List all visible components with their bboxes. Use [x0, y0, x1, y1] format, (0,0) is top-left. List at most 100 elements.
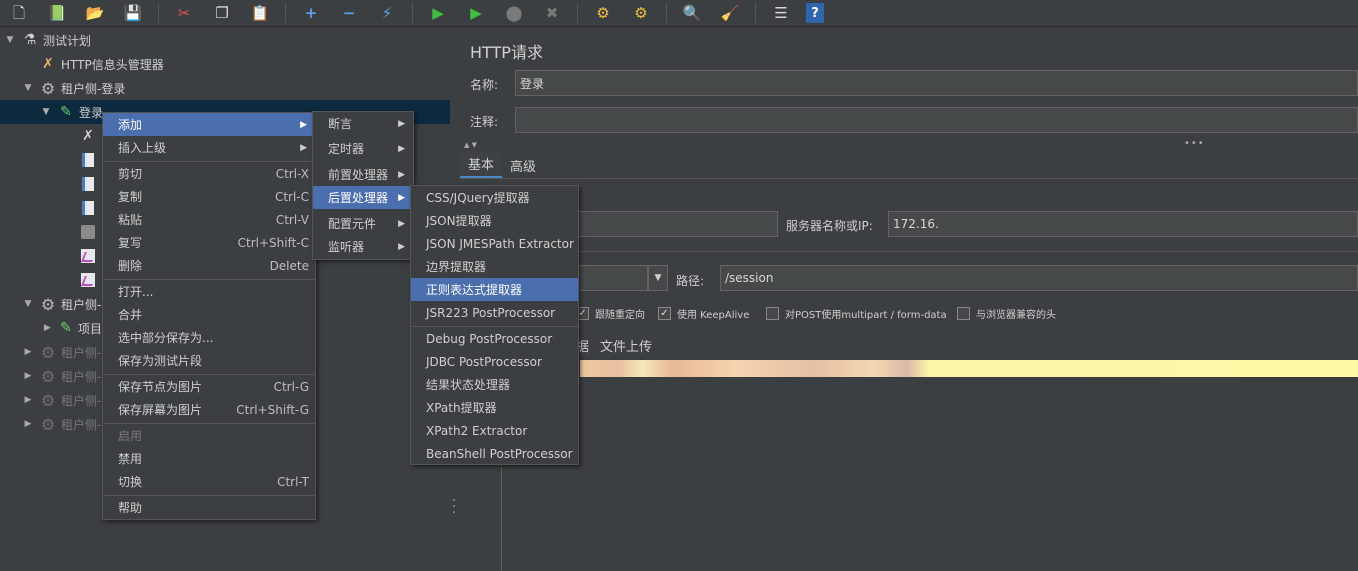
menu-item-timers[interactable]: 定时器 ▶ — [313, 137, 413, 160]
menu-item-cut[interactable]: 剪切 Ctrl-X — [103, 162, 315, 185]
tree-node-child[interactable] — [80, 268, 102, 292]
cut-icon[interactable]: ✂ — [171, 1, 197, 25]
save-icon[interactable]: 💾 — [120, 1, 146, 25]
menu-item-post-processors[interactable]: 后置处理器 ▶ — [313, 186, 413, 209]
menu-item-open[interactable]: 打开... — [103, 280, 315, 303]
menu-item-regex-extractor[interactable]: 正则表达式提取器 — [411, 278, 578, 301]
chevron-right-icon[interactable]: ▶ — [22, 419, 34, 429]
menu-item-paste[interactable]: 粘贴 Ctrl-V — [103, 208, 315, 231]
tab-file-upload[interactable]: 文件上传 — [600, 336, 652, 355]
menu-item-xpath-extractor[interactable]: XPath提取器 — [411, 396, 578, 419]
split-divider[interactable]: ▲ ▼ ••• — [460, 138, 1358, 149]
clear-icon[interactable]: ⚙ — [590, 1, 616, 25]
path-field[interactable]: /session — [720, 265, 1358, 291]
checkbox-checked-icon[interactable]: ✓ — [658, 307, 671, 320]
menu-item-json-jmespath-extractor[interactable]: JSON JMESPath Extractor — [411, 232, 578, 255]
tree-node-child[interactable] — [80, 148, 102, 172]
method-select[interactable] — [578, 265, 648, 291]
menu-item-copy[interactable]: 复制 Ctrl-C — [103, 185, 315, 208]
checkbox-icon[interactable] — [766, 307, 779, 320]
menu-item-save-fragment[interactable]: 保存为测试片段 — [103, 349, 315, 372]
expand-icon[interactable]: + — [298, 1, 324, 25]
paste-icon[interactable]: 📋 — [247, 1, 273, 25]
comment-field[interactable] — [515, 107, 1358, 133]
menu-item-jsr223-postprocessor[interactable]: JSR223 PostProcessor — [411, 301, 578, 324]
menu-item-debug-postprocessor[interactable]: Debug PostProcessor — [411, 327, 578, 350]
menu-item-beanshell-postprocessor[interactable]: BeanShell PostProcessor — [411, 442, 578, 465]
tree-node-child[interactable] — [80, 196, 102, 220]
chevron-down-icon[interactable]: ▼ — [22, 83, 34, 93]
shutdown-icon[interactable]: ✖ — [539, 1, 565, 25]
stop-icon[interactable]: ⬤ — [501, 1, 527, 25]
menu-item-toggle[interactable]: 切换 Ctrl-T — [103, 470, 315, 493]
tree-node-child[interactable] — [80, 244, 102, 268]
chevron-down-icon[interactable]: ▼ — [22, 299, 34, 309]
tree-node-thread-group-disabled[interactable]: ▶ ⚙ 租户侧- — [0, 364, 102, 388]
split-pane-handle[interactable]: · · · — [451, 494, 457, 520]
tree-node-thread-group-disabled[interactable]: ▶ ⚙ 租户侧- — [0, 340, 102, 364]
menu-item-config-elements[interactable]: 配置元件 ▶ — [313, 212, 413, 235]
menu-item-save-selection[interactable]: 选中部分保存为... — [103, 326, 315, 349]
menu-item-result-status-handler[interactable]: 结果状态处理器 — [411, 373, 578, 396]
menu-item-xpath2-extractor[interactable]: XPath2 Extractor — [411, 419, 578, 442]
menu-item-assertions[interactable]: 断言 ▶ — [313, 112, 413, 135]
tree-node-child[interactable] — [80, 172, 102, 196]
tree-node-test-plan[interactable]: ▼ ⚗ 测试计划 — [0, 28, 450, 52]
menu-item-delete[interactable]: 删除 Delete — [103, 254, 315, 277]
menu-item-duplicate[interactable]: 复写 Ctrl+Shift-C — [103, 231, 315, 254]
function-helper-icon[interactable]: ☰ — [768, 1, 794, 25]
menu-item-save-screen-image[interactable]: 保存屏幕为图片 Ctrl+Shift-G — [103, 398, 315, 421]
menu-item-listeners[interactable]: 监听器 ▶ — [313, 235, 413, 258]
tree-node-thread-group-login[interactable]: ▼ ⚙ 租户侧-登录 — [0, 76, 450, 100]
chevron-down-icon[interactable]: ▼ — [4, 35, 16, 45]
collapse-icon[interactable]: − — [336, 1, 362, 25]
toggle-icon[interactable]: ⚡ — [374, 1, 400, 25]
multipart-checkbox[interactable]: 对POST使用multipart / form-data — [766, 306, 947, 321]
menu-item-boundary-extractor[interactable]: 边界提取器 — [411, 255, 578, 278]
templates-icon[interactable]: 📗 — [44, 1, 70, 25]
menu-item-merge[interactable]: 合并 — [103, 303, 315, 326]
start-no-pause-icon[interactable]: ▶ — [463, 1, 489, 25]
tree-node-thread-group[interactable]: ▼ ⚙ 租户侧- — [0, 292, 102, 316]
menu-item-add[interactable]: 添加 ▶ — [103, 113, 315, 136]
chevron-right-icon[interactable]: ▶ — [22, 395, 34, 405]
follow-redirects-checkbox[interactable]: ✓ 跟随重定向 — [576, 306, 645, 321]
tree-node-child[interactable] — [80, 220, 102, 244]
name-field[interactable]: 登录 — [515, 70, 1358, 96]
tree-node-thread-group-disabled[interactable]: ▶ ⚙ 租户侧- — [0, 412, 102, 436]
chevron-right-icon[interactable]: ▶ — [22, 371, 34, 381]
tab-advanced[interactable]: 高级 — [502, 151, 544, 179]
chevron-down-icon[interactable]: ▼ — [648, 265, 668, 291]
menu-item-pre-processors[interactable]: 前置处理器 ▶ — [313, 163, 413, 186]
split-arrows-icon[interactable]: ▲ ▼ — [464, 141, 477, 149]
clear-all-icon[interactable]: ⚙ — [628, 1, 654, 25]
tree-node-child[interactable]: ✗ — [80, 124, 102, 148]
help-icon[interactable]: ? — [806, 3, 824, 23]
tab-basic[interactable]: 基本 — [460, 151, 503, 179]
new-icon[interactable]: 🗋 — [6, 1, 32, 25]
menu-item-jdbc-postprocessor[interactable]: JDBC PostProcessor — [411, 350, 578, 373]
menu-item-save-node-image[interactable]: 保存节点为图片 Ctrl-G — [103, 375, 315, 398]
tree-node-header-manager[interactable]: ✗ HTTP信息头管理器 — [0, 52, 450, 76]
browser-headers-checkbox[interactable]: 与浏览器兼容的头 — [957, 306, 1056, 321]
tree-node-thread-group-disabled[interactable]: ▶ ⚙ 租户侧- — [0, 388, 102, 412]
menu-item-insert-parent[interactable]: 插入上级 ▶ — [103, 136, 315, 159]
menu-item-help[interactable]: 帮助 — [103, 496, 315, 519]
parameters-row[interactable] — [580, 360, 1358, 377]
keepalive-checkbox[interactable]: ✓ 使用 KeepAlive — [658, 306, 749, 321]
menu-item-disable[interactable]: 禁用 — [103, 447, 315, 470]
copy-icon[interactable]: ❐ — [209, 1, 235, 25]
chevron-right-icon[interactable]: ▶ — [42, 323, 53, 333]
menu-item-css-jquery-extractor[interactable]: CSS/JQuery提取器 — [411, 186, 578, 209]
search-icon[interactable]: 🔍 — [679, 1, 705, 25]
checkbox-icon[interactable] — [957, 307, 970, 320]
menu-item-json-extractor[interactable]: JSON提取器 — [411, 209, 578, 232]
server-field[interactable]: 172.16. — [888, 211, 1358, 237]
reset-search-icon[interactable]: 🧹 — [717, 1, 743, 25]
tree-node-project[interactable]: ▶ ✎ 项目 — [0, 316, 102, 340]
chevron-right-icon[interactable]: ▶ — [22, 347, 34, 357]
protocol-field[interactable] — [578, 211, 778, 237]
open-icon[interactable]: 📂 — [82, 1, 108, 25]
start-icon[interactable]: ▶ — [425, 1, 451, 25]
chevron-down-icon[interactable]: ▼ — [40, 107, 52, 117]
